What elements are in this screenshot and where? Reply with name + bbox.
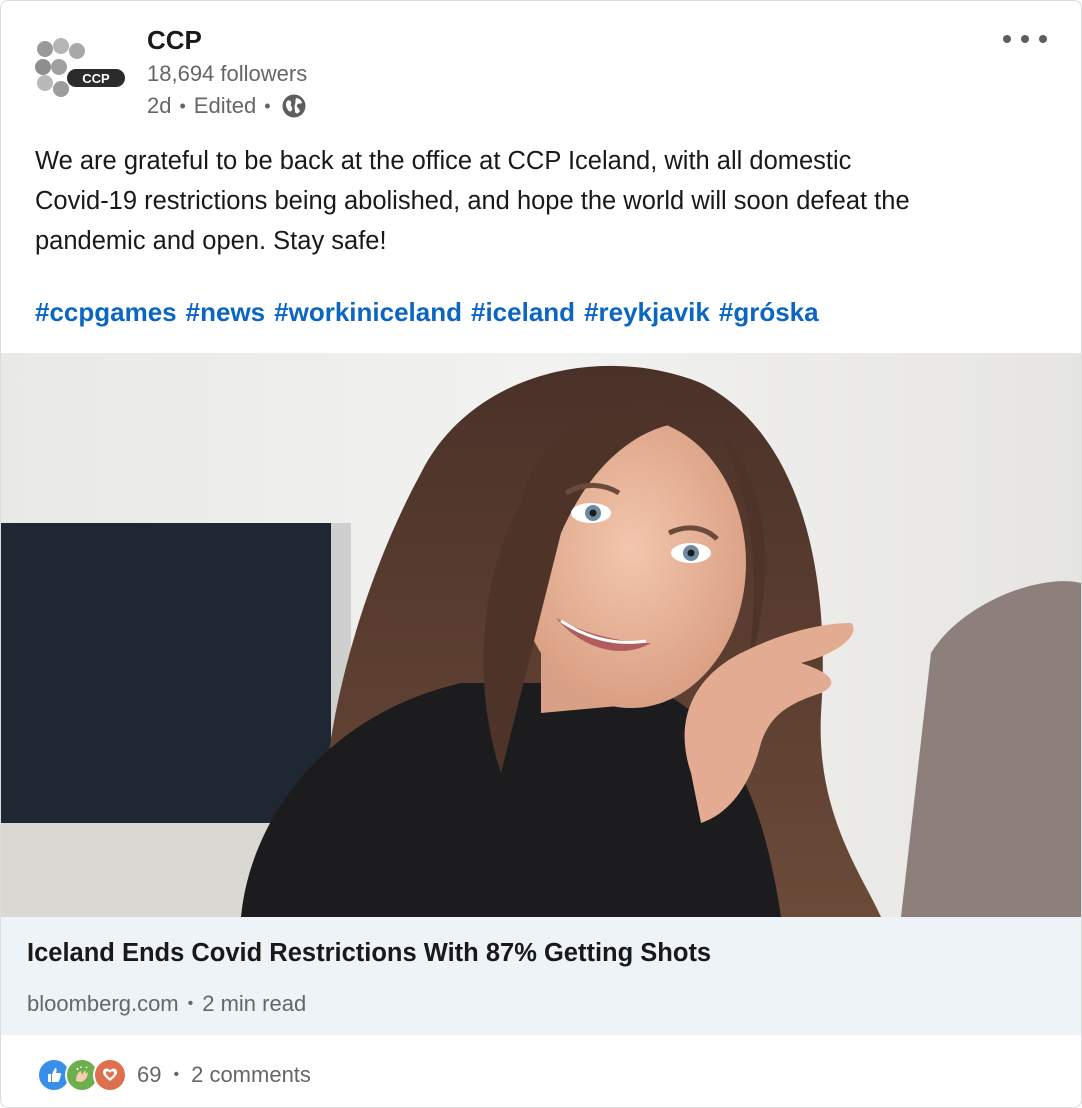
reaction-count[interactable]: 69 <box>137 1062 161 1088</box>
article-title[interactable]: Iceland Ends Covid Restrictions With 87%… <box>27 939 711 968</box>
reactions-button[interactable] <box>37 1058 127 1092</box>
social-separator: • <box>173 1066 180 1083</box>
post-text-line: pandemic and open. Stay safe! <box>35 227 387 255</box>
article-source: bloomberg.com • 2 min read <box>27 991 306 1017</box>
follower-count: 18,694 followers <box>147 61 308 86</box>
love-icon <box>93 1058 127 1092</box>
edited-label: Edited <box>193 93 257 118</box>
source-separator: • <box>187 995 194 1012</box>
post-text: We are grateful to be back at the office… <box>35 141 1055 261</box>
company-logo[interactable]: CCP <box>31 37 131 101</box>
post-text-line: Covid-19 restrictions being abolished, a… <box>35 187 910 215</box>
company-name[interactable]: CCP <box>147 25 202 56</box>
hashtag-link[interactable]: #gróska <box>719 297 819 328</box>
hashtag-link[interactable]: #news <box>186 297 266 328</box>
hashtag-link[interactable]: #reykjavik <box>584 297 710 328</box>
article-image[interactable] <box>1 353 1081 917</box>
hashtag-link[interactable]: #ccpgames <box>35 297 177 328</box>
dot-icon <box>1003 35 1011 43</box>
comments-count-link[interactable]: 2 comments <box>191 1062 311 1088</box>
article-domain: bloomberg.com <box>27 991 179 1016</box>
post-card: CCP CCP 18,694 followers 2d • Edited • W… <box>0 0 1082 1108</box>
article-link[interactable]: Iceland Ends Covid Restrictions With 87%… <box>1 917 1081 1035</box>
dot-icon <box>1021 35 1029 43</box>
post-time: 2d <box>147 93 172 118</box>
meta-separator: • <box>179 95 186 116</box>
globe-icon <box>281 93 307 119</box>
hashtag-link[interactable]: #iceland <box>471 297 575 328</box>
social-counts: 69 • 2 comments <box>37 1058 311 1092</box>
dot-icon <box>1039 35 1047 43</box>
more-options-button[interactable] <box>1003 29 1047 49</box>
post-meta: 2d • Edited • <box>147 93 307 119</box>
meta-separator: • <box>264 95 271 116</box>
article-read-time: 2 min read <box>202 991 307 1016</box>
post-text-line: We are grateful to be back at the office… <box>35 147 852 175</box>
hashtag-list: #ccpgames #news #workiniceland #iceland … <box>35 297 819 328</box>
hashtag-link[interactable]: #workiniceland <box>274 297 462 328</box>
logo-text: CCP <box>82 71 110 86</box>
